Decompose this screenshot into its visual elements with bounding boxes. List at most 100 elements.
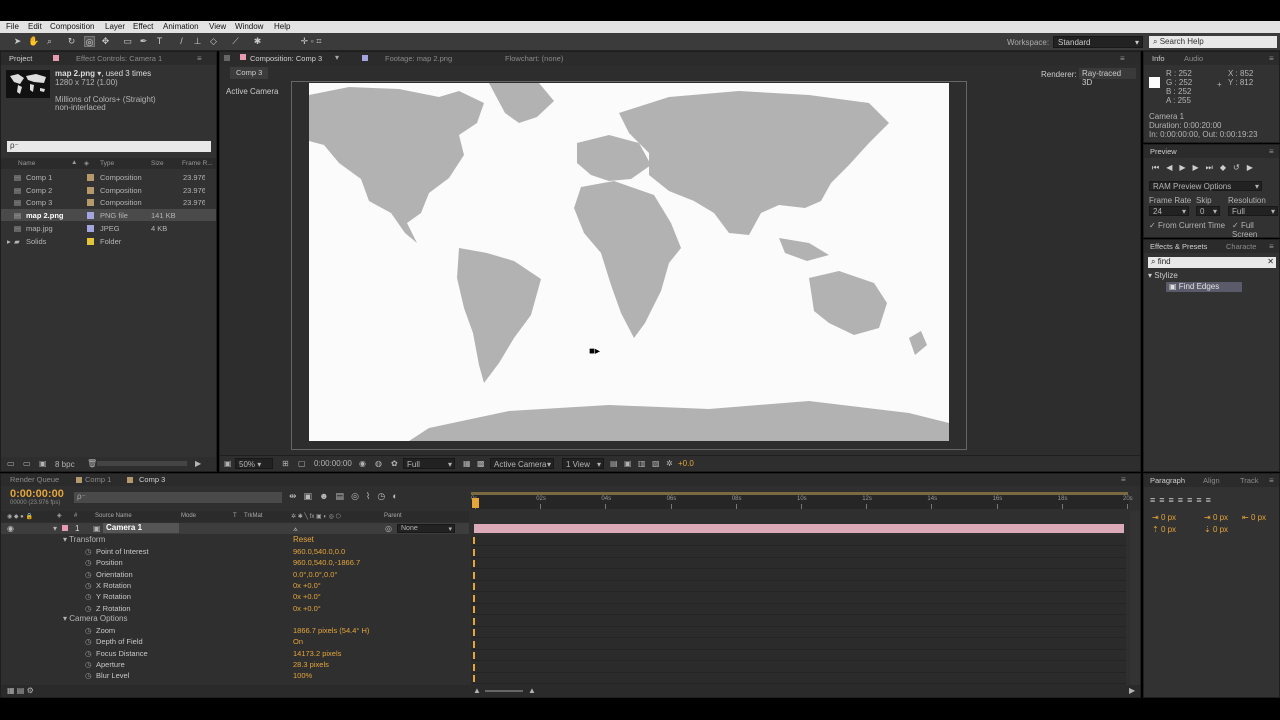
keyframe-marker[interactable] (473, 571, 475, 579)
transform-group[interactable]: ▾ Transform (63, 535, 105, 544)
pen-tool-icon[interactable]: ✒ (138, 36, 149, 47)
transform-reset-link[interactable]: Reset (293, 535, 314, 544)
property-value[interactable]: 0x +0.0° (293, 581, 321, 590)
rectangle-tool-icon[interactable]: ▭ (122, 36, 133, 47)
tab-comp-3[interactable]: Comp 3 (139, 475, 165, 484)
indent-right-field[interactable]: ⇤ 0 px (1242, 513, 1266, 522)
loop-icon[interactable]: ↺ (1233, 163, 1247, 172)
category-stylize[interactable]: ▾ Stylize (1148, 271, 1178, 280)
keyframe-marker[interactable] (473, 560, 475, 567)
space-after-field[interactable]: ⇣ 0 px (1204, 525, 1228, 534)
new-folder-icon[interactable]: ▭ (23, 459, 31, 468)
frame-rate-select[interactable]: 24 ▾ (1149, 206, 1189, 216)
show-snapshot-icon[interactable]: ◍ (375, 459, 382, 468)
tab-footage[interactable]: Footage: map 2.png (385, 54, 452, 63)
playhead-marker[interactable] (472, 498, 479, 508)
col-parent[interactable]: Parent (384, 513, 402, 519)
tab-info[interactable]: Info (1152, 54, 1165, 63)
from-current-checkbox[interactable]: ✓ From Current Time (1149, 221, 1225, 230)
flowchart-icon[interactable]: ▧ (652, 459, 660, 468)
project-item[interactable]: ▤ Comp 1 Composition 23.976 (1, 171, 216, 183)
view-layout-select[interactable]: 1 View ▾ (562, 458, 604, 469)
roto-brush-tool-icon[interactable]: ⟋ (230, 36, 241, 47)
comp-mini-flowchart-icon[interactable]: ⇹ (289, 491, 304, 501)
live-update-icon[interactable]: ◐ (392, 491, 404, 501)
renderer-button[interactable]: Ray-traced 3D (1079, 68, 1136, 87)
tab-align[interactable]: Align (1203, 476, 1220, 485)
item-label-swatch[interactable] (87, 224, 94, 232)
workspace-select[interactable]: Standard ▾ (1053, 36, 1143, 48)
menu-effect[interactable]: Effect (133, 22, 153, 31)
mask-visibility-icon[interactable]: ▢ (298, 459, 306, 468)
interpret-footage-icon[interactable]: ▭ (7, 459, 15, 468)
axis-mode-icon[interactable]: ✛ ◦ ⌗ (296, 36, 326, 47)
item-label-swatch[interactable] (87, 174, 94, 181)
always-preview-icon[interactable]: ▣ (224, 459, 232, 468)
camera-options-group[interactable]: ▾ Camera Options (63, 614, 128, 623)
menu-window[interactable]: Window (235, 22, 263, 31)
panel-menu-icon[interactable]: ≡ (1121, 475, 1126, 484)
audio-icon[interactable]: ◆ (1220, 163, 1233, 172)
property-value[interactable]: 960.0,540.0,0.0 (293, 547, 345, 556)
menu-help[interactable]: Help (274, 22, 290, 31)
timeline-search-input[interactable]: ρ⁻ (74, 492, 282, 503)
tab-comp-1[interactable]: Comp 1 (85, 475, 111, 484)
camera-icon[interactable]: ■▸ (589, 346, 600, 357)
fast-previews-icon[interactable]: ▣ (624, 459, 632, 468)
keyframe-marker[interactable] (473, 606, 475, 613)
motion-blur-icon[interactable]: ◎ (351, 491, 366, 501)
property-value[interactable]: 14173.2 pixels (293, 649, 341, 658)
hand-tool-icon[interactable]: ✋ (28, 36, 39, 47)
col-frame-rate[interactable]: Frame R... (182, 160, 213, 167)
parent-select[interactable]: None ▾ (397, 524, 455, 533)
keyframe-marker[interactable] (473, 640, 475, 648)
zoom-in-icon[interactable]: ▲ (528, 686, 536, 695)
stopwatch-icon[interactable]: ◷ (85, 604, 92, 613)
selection-tool-icon[interactable]: ➤ (12, 36, 23, 47)
region-of-interest-icon[interactable]: ▦ (463, 459, 471, 468)
frame-blending-icon[interactable]: ▤ (336, 491, 352, 501)
orbit-camera-tool-icon[interactable]: ◎ (84, 36, 95, 47)
property-value[interactable]: 28.3 pixels (293, 660, 329, 669)
col-trkmat[interactable]: TrkMat (244, 513, 262, 519)
property-value[interactable]: 0.0°,0.0°,0.0° (293, 570, 337, 579)
project-item[interactable]: ▤ map 2.png PNG file 141 KB (1, 209, 216, 222)
timeline-zoom-slider[interactable] (485, 690, 523, 692)
layer-switch-icon[interactable]: ⟑ (293, 524, 298, 534)
menu-view[interactable]: View (209, 22, 226, 31)
draft-3d-icon[interactable]: ▣ (304, 491, 320, 501)
play-icon[interactable]: ▶ (1179, 163, 1192, 172)
parent-pickwhip-icon[interactable]: ◎ (385, 524, 392, 533)
col-source-name[interactable]: Source Name (95, 513, 132, 519)
align-center-icon[interactable]: ≡ (1159, 495, 1168, 505)
keyframe-marker[interactable] (473, 583, 475, 590)
layer-row-camera-1[interactable]: ◉ ▾ 1 ▣ Camera 1 ⟑ ◎ None ▾ (1, 523, 469, 534)
comp-subtab[interactable]: Comp 3 (230, 67, 269, 79)
effects-search-input[interactable]: ⌕ find ✕ (1148, 257, 1276, 268)
type-tool-icon[interactable]: T (154, 36, 165, 47)
col-type[interactable]: Type (100, 160, 114, 167)
menu-edit[interactable]: Edit (28, 22, 42, 31)
rotate-tool-icon[interactable]: ↻ (66, 36, 77, 47)
zoom-tool-icon[interactable]: ⌕ (44, 36, 55, 47)
toggle-switches-icon[interactable]: ▦ ▤ ⚙ (7, 686, 34, 695)
snapshot-icon[interactable]: ◉ (359, 459, 366, 468)
keyframe-marker[interactable] (473, 652, 475, 659)
stopwatch-icon[interactable]: ◷ (85, 626, 92, 635)
tab-project[interactable]: Project (9, 54, 32, 63)
col-mode[interactable]: Mode (181, 513, 196, 519)
next-frame-icon[interactable]: ▶ (1193, 163, 1206, 172)
layer-duration-bar[interactable] (474, 524, 1124, 533)
stopwatch-icon[interactable]: ◷ (85, 671, 92, 680)
current-time[interactable]: 0:00:00:00 (10, 488, 64, 500)
brush-tool-icon[interactable]: / (176, 36, 187, 47)
keyframe-marker[interactable] (473, 537, 475, 544)
transparency-grid-icon[interactable]: ▩ (477, 459, 485, 468)
tab-flowchart[interactable]: Flowchart: (none) (505, 54, 563, 63)
property-value[interactable]: 1866.7 pixels (54.4° H) (293, 626, 369, 635)
folder-expand-icon[interactable]: ▸ (7, 237, 11, 246)
justify-last-right-icon[interactable]: ≡ (1196, 495, 1205, 505)
align-left-icon[interactable]: ≡ (1150, 495, 1159, 505)
puppet-tool-icon[interactable]: ✱ (252, 36, 263, 47)
indent-left-field[interactable]: ⇥ 0 px (1152, 513, 1176, 522)
